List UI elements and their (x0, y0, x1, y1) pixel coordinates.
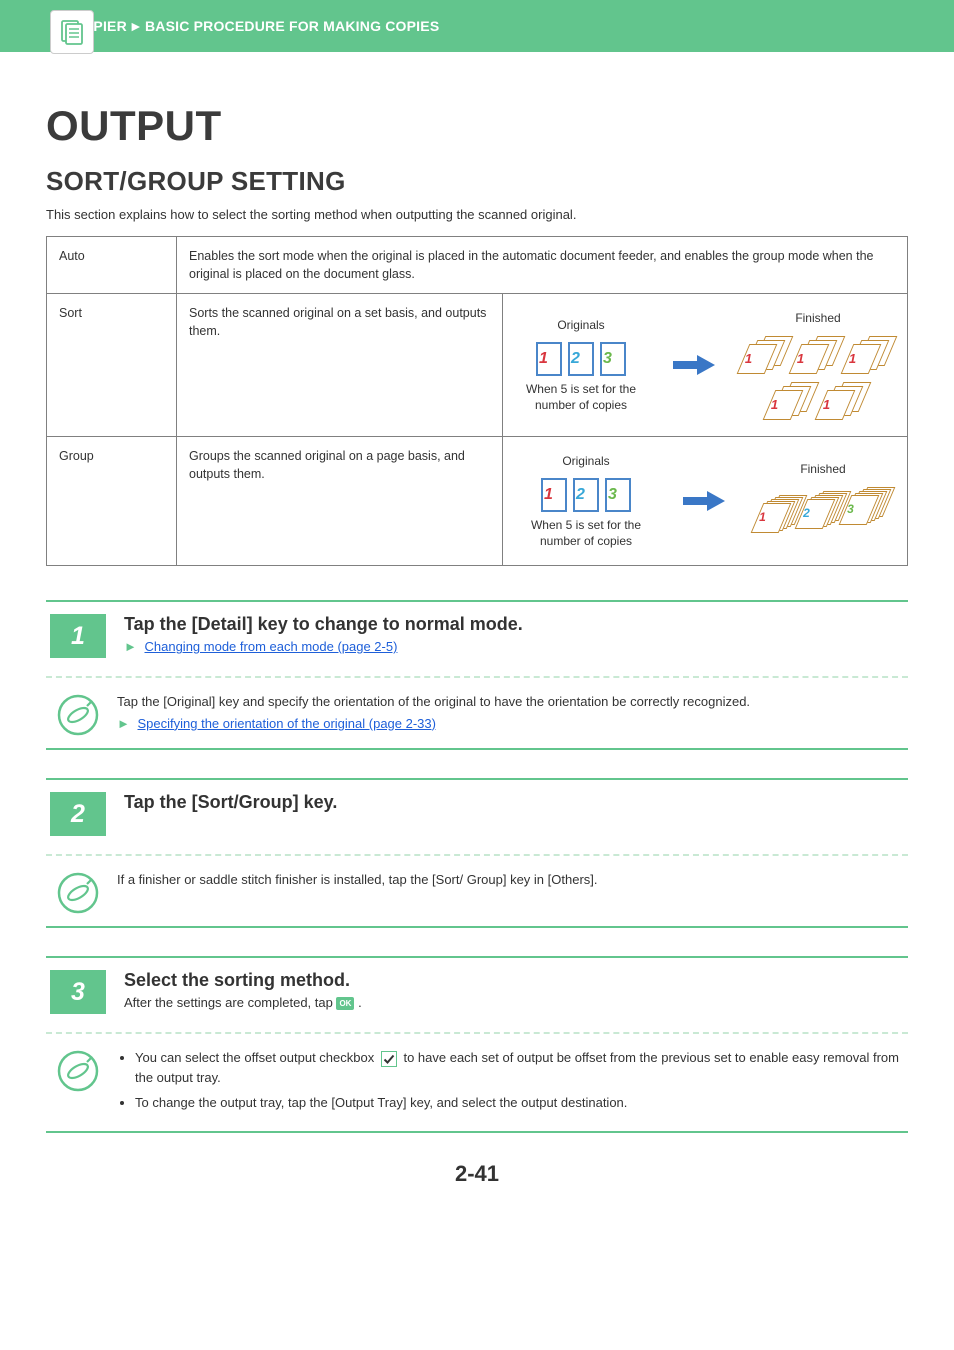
tip-icon (57, 1050, 99, 1092)
copier-mode-icon[interactable] (50, 10, 94, 54)
checkbox-icon (381, 1051, 397, 1067)
sorted-set: 3 2 1 (795, 336, 841, 374)
original-page-2: 2 (568, 342, 594, 376)
breadcrumb[interactable]: COPIER►BASIC PROCEDURE FOR MAKING COPIES (72, 18, 439, 34)
step-1-title: Tap the [Detail] key to change to normal… (124, 614, 904, 635)
intro-text: This section explains how to select the … (46, 207, 908, 222)
link-arrow-icon: ► (124, 639, 137, 654)
divider (46, 1032, 908, 1034)
step-number-badge: 3 (50, 970, 106, 1014)
document-stack-icon (58, 18, 86, 46)
sorted-set: 3 2 1 (769, 382, 815, 420)
step-3-subtext: After the settings are completed, tap OK… (124, 995, 904, 1010)
sorted-set: 3 2 1 (847, 336, 893, 374)
sort-label: Sort (47, 294, 177, 436)
divider (46, 676, 908, 678)
breadcrumb-part2[interactable]: BASIC PROCEDURE FOR MAKING COPIES (145, 18, 439, 34)
original-page-3: 3 (605, 478, 631, 512)
step-3-title: Select the sorting method. (124, 970, 904, 991)
original-page-1: 1 (541, 478, 567, 512)
step-3-block: 3 Select the sorting method. After the s… (46, 956, 908, 1133)
group-label: Group (47, 436, 177, 566)
arrow-right-icon (673, 355, 715, 375)
page-number: 2-41 (46, 1161, 908, 1187)
sort-caption: When 5 is set for the number of copies (517, 382, 645, 413)
sort-group-table: Auto Enables the sort mode when the orig… (46, 236, 908, 566)
changing-mode-link[interactable]: Changing mode from each mode (page 2-5) (145, 639, 398, 654)
step-3-bullet-1: You can select the offset output checkbo… (135, 1048, 904, 1087)
finished-label: Finished (753, 461, 893, 478)
breadcrumb-separator-icon: ► (129, 18, 143, 34)
auto-desc: Enables the sort mode when the original … (177, 237, 908, 294)
link-arrow-icon: ► (117, 716, 130, 731)
originals-label: Originals (517, 317, 645, 334)
original-page-1: 1 (536, 342, 562, 376)
header-bar: COPIER►BASIC PROCEDURE FOR MAKING COPIES (0, 0, 954, 52)
originals-label: Originals (517, 453, 655, 470)
page-title-h2: SORT/GROUP SETTING (46, 166, 908, 197)
step-2-title: Tap the [Sort/Group] key. (124, 792, 904, 813)
tip-icon (57, 694, 99, 736)
grouped-output: 3 3 3 3 3 2 2 2 2 2 1 1 1 (753, 487, 893, 541)
sorted-set: 3 2 1 (743, 336, 789, 374)
page-title-h1: OUTPUT (46, 102, 908, 150)
sort-desc: Sorts the scanned original on a set basi… (177, 294, 503, 436)
original-page-2: 2 (573, 478, 599, 512)
original-page-3: 3 (600, 342, 626, 376)
table-row-group: Group Groups the scanned original on a p… (47, 436, 908, 566)
table-row-sort: Sort Sorts the scanned original on a set… (47, 294, 908, 436)
step-3-bullet-2: To change the output tray, tap the [Outp… (135, 1093, 904, 1113)
step-number-badge: 2 (50, 792, 106, 836)
step-2-note-text: If a finisher or saddle stitch finisher … (117, 870, 904, 890)
specifying-orientation-link[interactable]: Specifying the orientation of the origin… (138, 716, 436, 731)
step-number-badge: 1 (50, 614, 106, 658)
sorted-set: 3 2 1 (821, 382, 867, 420)
step-1-block: 1 Tap the [Detail] key to change to norm… (46, 600, 908, 750)
finished-label: Finished (743, 310, 893, 327)
sort-diagram: Originals 1 2 3 When 5 is set for the nu… (503, 294, 908, 436)
step-1-note-text: Tap the [Original] key and specify the o… (117, 692, 904, 712)
step-2-block: 2 Tap the [Sort/Group] key. If a finishe… (46, 778, 908, 928)
group-caption: When 5 is set for the number of copies (517, 518, 655, 549)
group-diagram: Originals 1 2 3 When 5 is set for the nu… (503, 436, 908, 566)
tip-icon (57, 872, 99, 914)
arrow-right-icon (683, 491, 725, 511)
divider (46, 854, 908, 856)
ok-icon: OK (336, 997, 354, 1010)
table-row-auto: Auto Enables the sort mode when the orig… (47, 237, 908, 294)
auto-label: Auto (47, 237, 177, 294)
group-desc: Groups the scanned original on a page ba… (177, 436, 503, 566)
